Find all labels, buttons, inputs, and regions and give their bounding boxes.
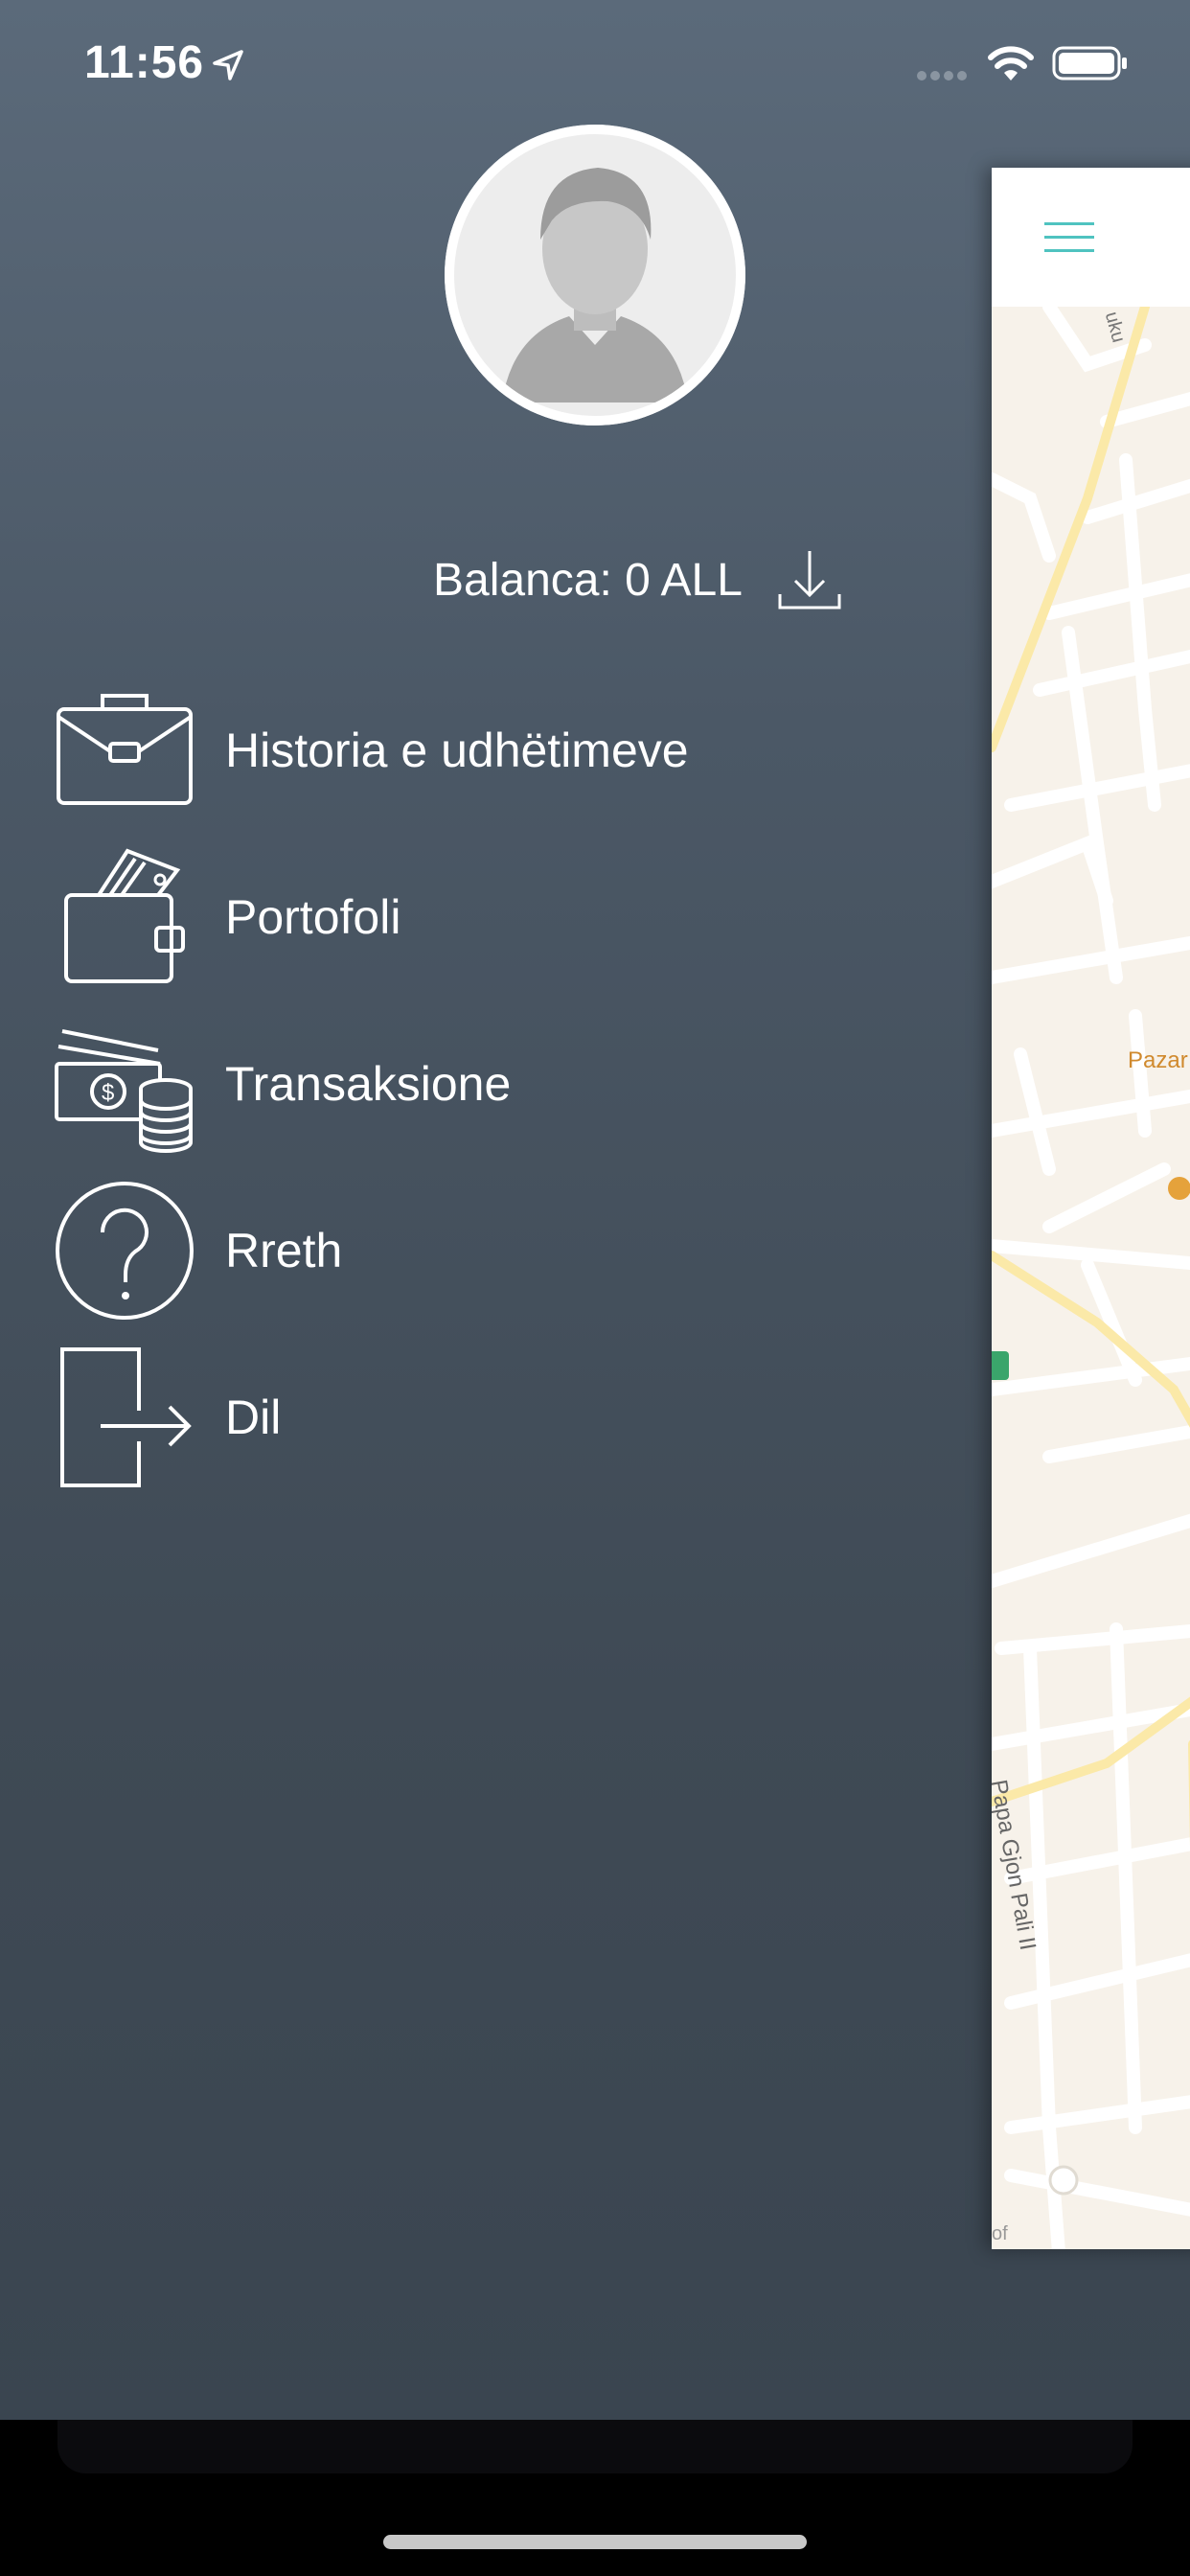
map-view[interactable]: [992, 307, 1190, 2249]
menu-item-wallet[interactable]: Portofoli: [0, 845, 862, 999]
person-silhouette-icon: [445, 125, 745, 426]
location-arrow-icon: [213, 50, 243, 80]
menu-item-about[interactable]: Rreth: [0, 1179, 862, 1332]
svg-text:$: $: [102, 1080, 114, 1106]
help-icon: [56, 1182, 194, 1320]
menu-label-wallet: Portofoli: [225, 890, 401, 944]
map-header: [992, 168, 1190, 308]
status-bar: 11:56: [0, 0, 1190, 125]
home-indicator[interactable]: [383, 2535, 807, 2549]
status-time: 11:56: [84, 37, 205, 88]
bottom-bar: [0, 2420, 1190, 2576]
map-poi-label: Pazar: [1128, 1047, 1188, 1073]
bottom-bar-edge: [57, 2420, 1133, 2473]
download-icon[interactable]: [776, 546, 843, 613]
wallet-icon: [64, 848, 185, 983]
battery-icon: [1052, 46, 1127, 80]
menu-label-about: Rreth: [225, 1224, 343, 1277]
wifi-icon: [988, 46, 1034, 80]
side-menu-screen: 11:56 Pazar Papa Gjon Pali II uku of Bal…: [0, 0, 1190, 2420]
menu-label-transactions: Transaksione: [225, 1057, 512, 1111]
menu-item-logout[interactable]: Dil: [0, 1346, 862, 1499]
menu-item-trip-history[interactable]: Historia e udhëtimeve: [0, 678, 862, 832]
menu-item-transactions[interactable]: $ Transaksione: [0, 1012, 862, 1165]
briefcase-icon: [57, 694, 193, 805]
balance-text: Balanca: 0 ALL: [433, 555, 743, 606]
hamburger-menu-icon[interactable]: [1044, 220, 1094, 255]
map-panel[interactable]: Pazar Papa Gjon Pali II uku of: [992, 168, 1190, 2249]
logout-icon: [60, 1347, 192, 1487]
avatar[interactable]: [445, 125, 745, 426]
cellular-signal-icon: [917, 71, 967, 80]
map-attribution: of: [992, 2223, 1008, 2244]
menu-label-trip-history: Historia e udhëtimeve: [225, 724, 689, 777]
money-icon: $: [55, 1029, 193, 1153]
menu-label-logout: Dil: [225, 1391, 282, 1444]
